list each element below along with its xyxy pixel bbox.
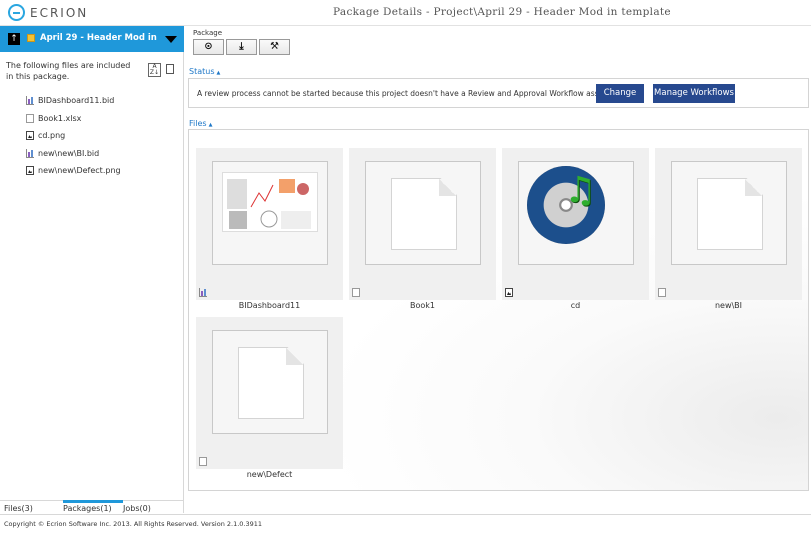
tab-jobs[interactable]: Jobs(0)	[123, 504, 151, 513]
file-thumbnail	[212, 330, 328, 434]
blank-page-icon	[391, 178, 457, 250]
tab-files[interactable]: Files(3)	[4, 504, 33, 513]
files-label: Files	[189, 119, 207, 128]
bid-file-icon	[26, 148, 34, 158]
left-tabs: Files(3) Packages(1) Jobs(0)	[0, 500, 184, 513]
document-file-icon	[26, 113, 34, 123]
file-caption[interactable]: cd	[502, 301, 649, 310]
tools-button[interactable]: ⚒	[259, 39, 290, 55]
file-list-item[interactable]: cd.png	[26, 127, 121, 145]
top-bar: ECRION Package Details - Project\April 2…	[0, 0, 811, 26]
file-type-icon	[658, 288, 666, 297]
file-tile[interactable]	[196, 148, 343, 300]
music-note-icon: ♫	[564, 170, 597, 211]
change-button[interactable]: Change	[596, 84, 644, 103]
file-tile[interactable]: ♫	[502, 148, 649, 300]
package-intro-text: The following files are included in this…	[6, 61, 131, 81]
status-section-toggle[interactable]: Status ▲	[189, 67, 220, 76]
image-file-icon	[26, 131, 34, 141]
file-caption[interactable]: new\BI	[655, 301, 802, 310]
chevron-down-icon[interactable]	[165, 36, 177, 43]
file-name: Book1.xlsx	[38, 113, 82, 123]
project-header[interactable]: ↑ April 29 - Header Mod in tem...	[0, 26, 184, 52]
download-icon: ⤓	[239, 41, 244, 52]
file-tile[interactable]	[349, 148, 496, 300]
up-arrow-icon[interactable]: ↑	[8, 33, 20, 45]
file-name: new\new\BI.bid	[38, 148, 100, 158]
file-name: BIDashboard11.bid	[38, 96, 115, 106]
download-button[interactable]: ⤓	[226, 39, 257, 55]
footer: Copyright © Ecrion Software Inc. 2013. A…	[0, 514, 811, 533]
logo-mark-icon	[8, 4, 25, 21]
file-name: new\new\Defect.png	[38, 166, 121, 176]
blank-page-icon	[238, 347, 304, 419]
status-message: A review process cannot be started becau…	[197, 89, 622, 98]
file-list-item[interactable]: Book1.xlsx	[26, 110, 121, 128]
file-caption[interactable]: BIDashboard11	[196, 301, 343, 310]
file-thumbnail	[365, 161, 481, 265]
app-root: ECRION Package Details - Project\April 2…	[0, 0, 811, 533]
file-caption[interactable]: new\Defect	[196, 470, 343, 479]
file-type-icon	[199, 288, 207, 297]
file-thumbnail: ♫	[518, 161, 634, 265]
copy-icon[interactable]	[166, 64, 174, 74]
page-title: Package Details - Project\April 29 - Hea…	[333, 6, 671, 18]
file-type-icon	[505, 288, 513, 297]
active-tab-indicator	[63, 500, 123, 503]
status-box: A review process cannot be started becau…	[188, 78, 809, 108]
file-caption[interactable]: Book1	[349, 301, 496, 310]
file-list: BIDashboard11.bid Book1.xlsx cd.png new\new…	[26, 92, 121, 180]
package-label: Package	[193, 29, 223, 37]
preview-icon: ⊙	[204, 41, 213, 52]
file-thumbnail	[671, 161, 787, 265]
blank-page-icon	[697, 178, 763, 250]
ecrion-logo[interactable]: ECRION	[8, 4, 88, 21]
copyright-text: Copyright © Ecrion Software Inc. 2013. A…	[4, 520, 263, 528]
file-tile[interactable]	[196, 317, 343, 469]
tab-packages[interactable]: Packages(1)	[63, 504, 112, 513]
file-list-item[interactable]: new\new\BI.bid	[26, 145, 121, 163]
dashboard-preview-image	[222, 172, 318, 232]
file-list-item[interactable]: BIDashboard11.bid	[26, 92, 121, 110]
preview-button[interactable]: ⊙	[193, 39, 224, 55]
left-panel: ↑ April 29 - Header Mod in tem... The fo…	[0, 26, 184, 513]
sort-az-icon[interactable]: A Z↓	[148, 63, 161, 77]
file-tile[interactable]	[655, 148, 802, 300]
project-name: April 29 - Header Mod in tem...	[40, 33, 158, 43]
file-list-item[interactable]: new\new\Defect.png	[26, 162, 121, 180]
project-icon	[27, 34, 35, 42]
logo-text: ECRION	[30, 5, 89, 20]
tools-icon: ⚒	[270, 41, 279, 52]
image-file-icon	[26, 166, 34, 176]
file-thumbnail	[212, 161, 328, 265]
main-panel: Package ⊙ ⤓ ⚒ Status ▲ A review process c…	[185, 26, 811, 513]
file-name: cd.png	[38, 131, 66, 141]
collapse-icon: ▲	[216, 70, 221, 76]
manage-workflows-button[interactable]: Manage Workflows	[653, 84, 735, 103]
files-section-toggle[interactable]: Files ▲	[189, 119, 212, 128]
files-grid: BIDashboard11 Book1 ♫ cd new\BI new\Defect	[188, 129, 809, 491]
bid-file-icon	[26, 96, 34, 106]
file-type-icon	[199, 457, 207, 466]
file-type-icon	[352, 288, 360, 297]
status-label: Status	[189, 67, 215, 76]
collapse-icon: ▲	[208, 122, 213, 128]
